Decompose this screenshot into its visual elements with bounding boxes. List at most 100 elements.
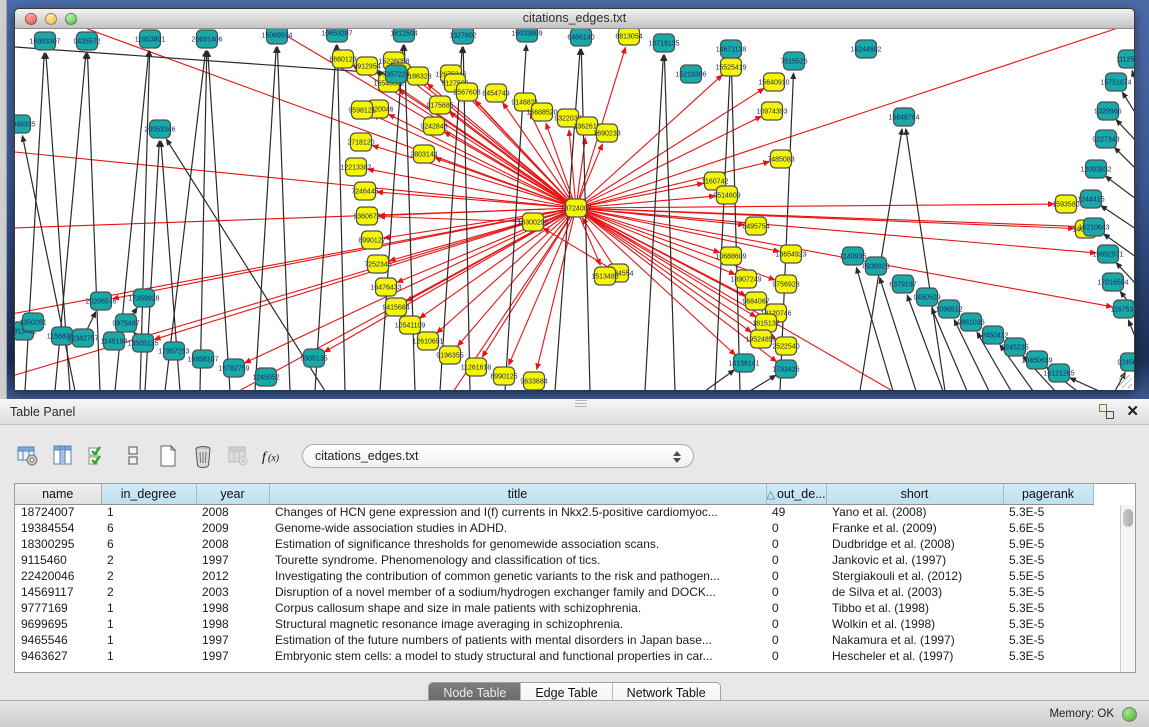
graph-node[interactable]: 9360672 <box>353 207 380 225</box>
graph-node[interactable]: 8495754 <box>742 217 769 235</box>
graph-node[interactable]: 9450529 <box>913 288 940 306</box>
table-cell[interactable]: 2009 <box>196 520 269 536</box>
table-cell[interactable]: Genome-wide association studies in ADHD. <box>269 520 766 536</box>
window-resize-grip[interactable] <box>1119 375 1132 388</box>
graph-node[interactable]: 10450639 <box>1021 351 1052 369</box>
graph-node[interactable]: 16476433 <box>370 278 401 296</box>
select-rows-button[interactable] <box>84 442 112 470</box>
graph-node[interactable]: 9196355 <box>436 346 463 364</box>
table-cell[interactable]: Investigating the contribution of common… <box>269 568 766 584</box>
graph-node[interactable]: 2803144 <box>410 145 437 163</box>
graph-node[interactable]: 2522540 <box>772 337 799 355</box>
graph-node[interactable]: 17016504 <box>1097 273 1128 291</box>
graph-node[interactable]: 15525419 <box>715 58 746 76</box>
graph-node[interactable]: 7357224 <box>382 65 409 83</box>
citation-edge-black[interactable] <box>165 51 206 390</box>
table-cell[interactable]: 5.3E-5 <box>1003 552 1093 568</box>
graph-node[interactable]: 10653287 <box>321 29 352 42</box>
table-row[interactable]: 946362711997Embryonic stem cells: a mode… <box>15 648 1093 664</box>
table-scrollbar-thumb[interactable] <box>1123 509 1133 527</box>
table-cell[interactable]: Structural magnetic resonance image aver… <box>269 616 766 632</box>
table-cell[interactable]: 2 <box>101 552 196 568</box>
table-row[interactable]: 911546021997Tourette syndrome. Phenomeno… <box>15 552 1093 568</box>
column-header-short[interactable]: short <box>826 484 1003 504</box>
table-cell[interactable]: 9115460 <box>15 552 101 568</box>
table-cell[interactable]: 5.3E-5 <box>1003 504 1093 520</box>
graph-node[interactable]: 8454749 <box>482 84 509 102</box>
graph-node[interactable]: 1350261 <box>19 313 46 331</box>
graph-node[interactable]: 15218306 <box>675 65 706 83</box>
table-cell[interactable]: 1 <box>101 600 196 616</box>
citation-edge-red[interactable] <box>379 216 533 222</box>
citation-edge-black[interactable] <box>715 61 730 390</box>
graph-node[interactable]: 9912954 <box>353 57 380 75</box>
graph-node[interactable]: 7485083 <box>767 150 794 168</box>
table-cell[interactable]: Disruption of a novel member of a sodium… <box>269 584 766 600</box>
graph-node[interactable]: 16046335 <box>15 115 36 133</box>
graph-node[interactable]: 13505135 <box>127 334 158 352</box>
table-cell[interactable]: 0 <box>766 520 826 536</box>
table-cell[interactable]: 9777169 <box>15 600 101 616</box>
show-columns-button[interactable] <box>49 442 77 470</box>
graph-node[interactable]: 9329966 <box>1094 102 1121 120</box>
table-cell[interactable]: 1997 <box>196 648 269 664</box>
graph-node[interactable]: 1245052 <box>252 368 279 386</box>
column-header-out_de[interactable]: △out_de... <box>766 484 826 504</box>
graph-node[interactable]: 8990127 <box>358 231 385 249</box>
graph-node[interactable]: 9242848 <box>420 117 447 135</box>
graph-node[interactable]: 1812504 <box>390 29 417 42</box>
table-cell[interactable]: 14569117 <box>15 584 101 600</box>
graph-node[interactable]: 9175685 <box>426 96 453 114</box>
citation-edge-black[interactable] <box>705 370 734 390</box>
graph-node[interactable]: 1096512 <box>935 300 962 318</box>
network-graph-canvas[interactable]: 1872400718300295866012899129541522605898… <box>15 29 1134 390</box>
graph-node[interactable]: 9245235 <box>1001 338 1028 356</box>
citation-edge-black[interactable] <box>1128 320 1134 339</box>
graph-node[interactable]: 10719135 <box>648 34 679 52</box>
graph-node[interactable]: 15692971 <box>1092 245 1123 263</box>
table-cell[interactable]: Wolkin et al. (1998) <box>826 616 1003 632</box>
table-header-row[interactable]: namein_degreeyeartitle△out_de...shortpag… <box>15 484 1093 504</box>
graph-node[interactable]: 1140935 <box>840 247 867 265</box>
table-cell[interactable]: Franke et al. (2009) <box>826 520 1003 536</box>
graph-node[interactable]: 9514609 <box>713 186 740 204</box>
graph-node[interactable]: 14136141 <box>728 354 759 372</box>
graph-node[interactable]: 16983307 <box>29 32 60 50</box>
graph-node[interactable]: 1690233 <box>593 124 620 142</box>
graph-node[interactable]: 7246445 <box>351 182 378 200</box>
table-cell[interactable]: Estimation of the future numbers of pati… <box>269 632 766 648</box>
table-cell[interactable]: Embryonic stem cells: a model to study s… <box>269 648 766 664</box>
graph-node[interactable]: 14671138 <box>716 40 747 58</box>
graph-node[interactable]: 1327602 <box>449 29 476 44</box>
graph-node[interactable]: 1593580 <box>1052 195 1079 213</box>
graph-node[interactable]: 8990125 <box>490 367 517 385</box>
graph-node[interactable]: 12610651 <box>412 332 443 350</box>
graph-node[interactable]: 7515526 <box>780 52 807 70</box>
graph-node[interactable]: 16958107 <box>187 350 218 368</box>
table-cell[interactable]: 5.3E-5 <box>1003 584 1093 600</box>
close-panel-icon[interactable]: ✕ <box>1126 404 1139 419</box>
table-cell[interactable]: 2 <box>101 584 196 600</box>
table-cell[interactable]: 1998 <box>196 600 269 616</box>
graph-node[interactable]: 6466140 <box>567 29 594 46</box>
table-scrollbar[interactable] <box>1120 505 1135 672</box>
citation-edge-black[interactable] <box>645 55 663 390</box>
table-cell[interactable]: 1997 <box>196 552 269 568</box>
memory-ok-indicator-icon[interactable] <box>1122 707 1137 722</box>
table-cell[interactable]: 0 <box>766 616 826 632</box>
table-cell[interactable]: 5.3E-5 <box>1003 648 1093 664</box>
graph-node[interactable]: 20691406 <box>191 30 222 48</box>
graph-node[interactable]: 1733426 <box>772 360 799 378</box>
graph-node[interactable]: 9633684 <box>520 372 547 390</box>
graph-node[interactable]: 9598121 <box>348 101 375 119</box>
citation-edge-black[interactable] <box>750 375 776 390</box>
graph-node[interactable]: 1145194 <box>101 332 128 350</box>
graph-node[interactable]: 9227343 <box>1092 130 1119 148</box>
delete-trash-button[interactable] <box>189 442 217 470</box>
graph-node[interactable]: 11953801 <box>135 30 166 48</box>
table-cell[interactable]: 2008 <box>196 536 269 552</box>
row-height-button[interactable] <box>119 442 147 470</box>
column-header-name[interactable]: name <box>15 484 101 504</box>
table-cell[interactable]: 5.9E-5 <box>1003 536 1093 552</box>
table-cell[interactable]: Changes of HCN gene expression and I(f) … <box>269 504 766 520</box>
